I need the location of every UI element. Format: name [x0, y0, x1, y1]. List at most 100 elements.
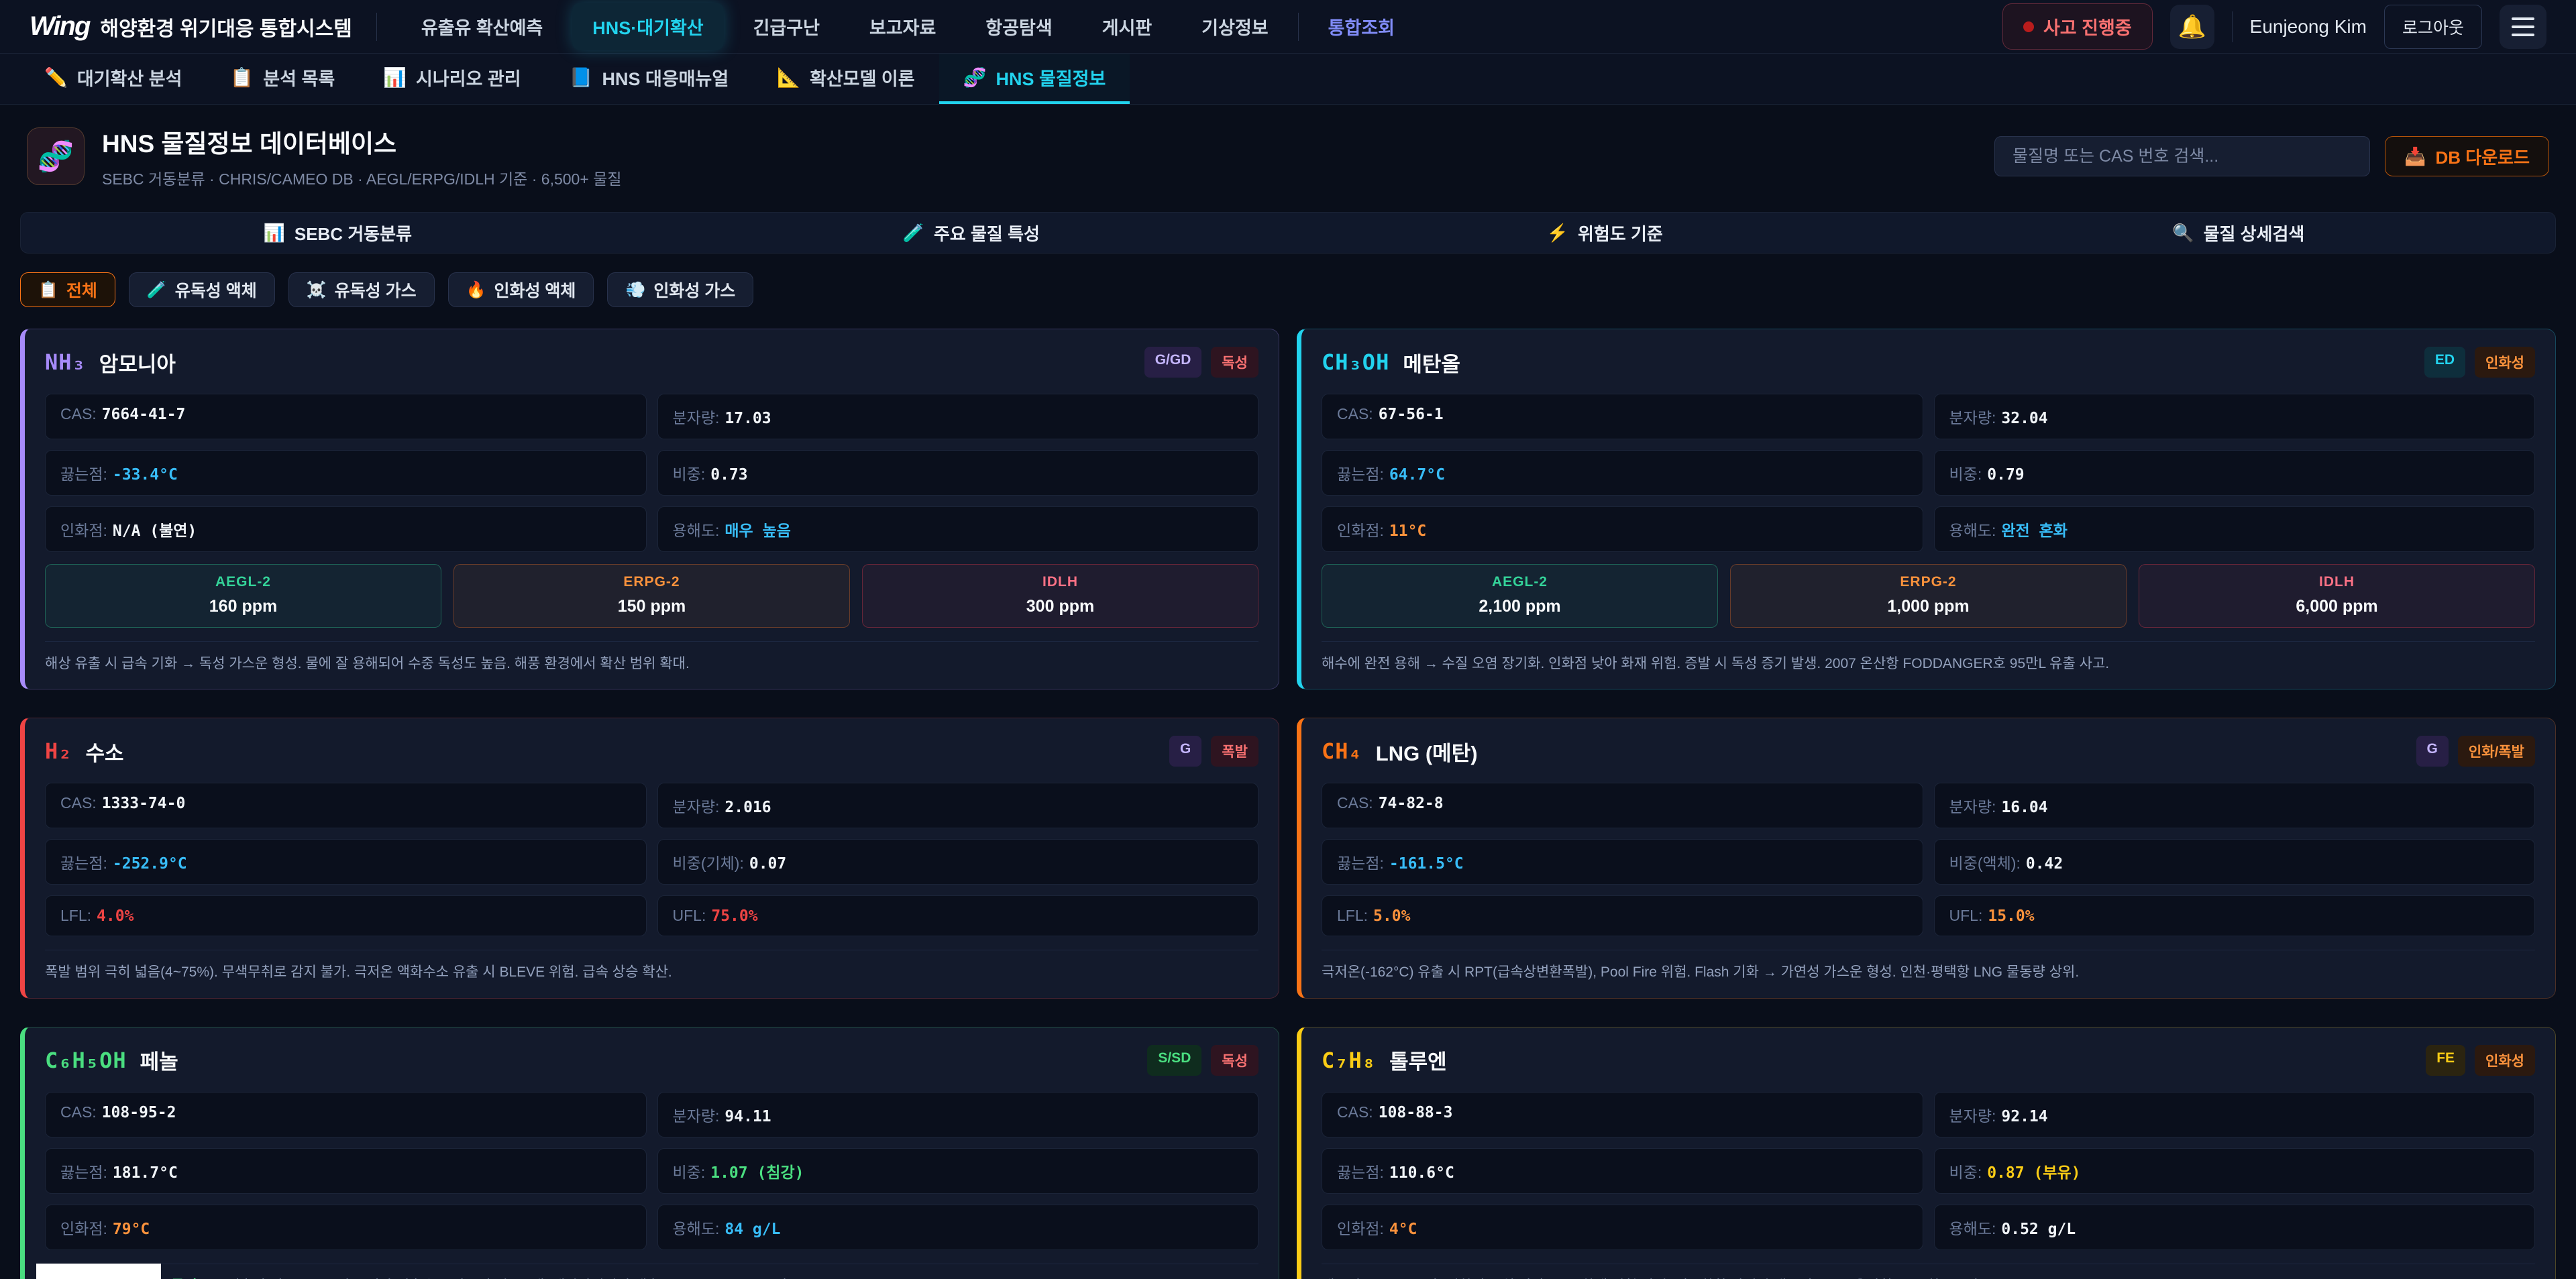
field-value: 5.0%: [1373, 907, 1410, 925]
field-label: 끓는점:: [1337, 465, 1384, 483]
tab-확산모델 이론[interactable]: 📐확산모델 이론: [753, 54, 938, 104]
field-grid: CAS:1333-74-0분자량:2.016끓는점:-252.9°C비중(기체)…: [45, 783, 1258, 936]
badge-독성: 독성: [1211, 347, 1258, 378]
field-label: 비중:: [1949, 1164, 1982, 1181]
field-용해도: 용해도:84 g/L: [657, 1205, 1259, 1250]
nav-item-보고자료[interactable]: 보고자료: [849, 3, 956, 50]
field-label: CAS:: [1337, 794, 1373, 812]
field-value: 94.11: [724, 1108, 771, 1125]
threshold-row: AEGL-22,100 ppmERPG-21,000 ppmIDLH6,000 …: [1322, 564, 2535, 628]
badge-group: G폭발: [1169, 736, 1258, 767]
download-icon: 📥: [2404, 146, 2426, 167]
threshold-value: 300 ppm: [869, 597, 1251, 616]
field-끓는점: 끓는점:181.7°C: [45, 1148, 647, 1194]
field-UFL: UFL:15.0%: [1934, 895, 2536, 936]
tab-HNS 대응매뉴얼[interactable]: 📘HNS 대응매뉴얼: [545, 54, 753, 104]
field-grid: CAS:7664-41-7분자량:17.03끓는점:-33.4°C비중:0.73…: [45, 394, 1258, 552]
field-label: 분자량:: [1949, 409, 1996, 427]
badge-G/GD: G/GD: [1144, 347, 1202, 378]
hamburger-menu-icon[interactable]: [2500, 5, 2546, 49]
nav-item-긴급구난[interactable]: 긴급구난: [733, 3, 840, 50]
nav-item-기상정보[interactable]: 기상정보: [1181, 3, 1288, 50]
substance-name: 톨루엔: [1389, 1045, 1447, 1075]
field-value: 7664-41-7: [102, 406, 186, 423]
substance-formula: NH₃: [45, 349, 86, 375]
filter-인화성 액체[interactable]: 🔥인화성 액체: [448, 272, 594, 307]
tab-HNS 물질정보[interactable]: 🧬HNS 물질정보: [939, 54, 1130, 104]
field-label: 분자량:: [673, 1107, 720, 1125]
filter-유독성 액체[interactable]: 🧪유독성 액체: [129, 272, 275, 307]
field-CAS: CAS:108-88-3: [1322, 1092, 1923, 1137]
substance-card-암모니아: NH₃암모니아G/GD독성CAS:7664-41-7분자량:17.03끓는점:-…: [20, 329, 1279, 689]
field-value: 0.42: [2026, 855, 2063, 873]
tab-label: 대기확산 분석: [77, 64, 182, 91]
filter-label: 인화성 액체: [494, 278, 576, 302]
filter-인화성 가스[interactable]: 💨인화성 가스: [607, 272, 753, 307]
db-download-label: DB 다운로드: [2436, 144, 2530, 169]
section-위험도 기준[interactable]: ⚡위험도 기준: [1288, 213, 1922, 253]
field-label: 용해도:: [1949, 1220, 1996, 1237]
page-subtitle: SEBC 거동분류 · CHRIS/CAMEO DB · AEGL/ERPG/I…: [102, 166, 621, 189]
tab-시나리오 관리[interactable]: 📊시나리오 관리: [359, 54, 545, 104]
substance-name: 암모니아: [99, 347, 176, 378]
field-label: 비중:: [1949, 465, 1982, 483]
section-bar: 📊SEBC 거동분류🧪주요 물질 특성⚡위험도 기준🔍물질 상세검색: [20, 212, 2556, 254]
badge-G: G: [1169, 736, 1201, 767]
field-value: N/A (불연): [113, 522, 197, 540]
field-label: CAS:: [60, 405, 97, 423]
incident-dot-icon: [2023, 21, 2034, 32]
section-label: SEBC 거동분류: [294, 221, 412, 245]
notification-bell-icon[interactable]: 🔔: [2170, 5, 2214, 49]
footer-text: 해수에 완전 용해 → 수질 오염 장기화. 인화점 낮아 화재 위험. 증발 …: [1322, 656, 2109, 671]
substance-card-페놀: C₆H₅OH페놀S/SD독성CAS:108-95-2분자량:94.11끓는점:1…: [20, 1027, 1279, 1279]
field-label: 분자량:: [673, 798, 720, 816]
tab-label: 확산모델 이론: [810, 64, 915, 91]
field-value: 181.7°C: [113, 1164, 178, 1182]
footer-text: 극저온(-162°C) 유출 시 RPT(급속상변환폭발), Pool Fire…: [1322, 964, 2079, 980]
section-주요 물질 특성[interactable]: 🧪주요 물질 특성: [655, 213, 1289, 253]
search-input[interactable]: [1994, 136, 2370, 176]
field-label: 분자량:: [1949, 1107, 1996, 1125]
tab-label: 분석 목록: [263, 64, 335, 91]
nav-item-게시판[interactable]: 게시판: [1082, 3, 1173, 50]
section-label: 위험도 기준: [1578, 221, 1663, 245]
field-grid: CAS:67-56-1분자량:32.04끓는점:64.7°C비중:0.79인화점…: [1322, 394, 2535, 552]
field-label: 용해도:: [673, 522, 720, 539]
section-물질 상세검색[interactable]: 🔍물질 상세검색: [1922, 213, 2556, 253]
card-header: C₆H₅OH페놀S/SD독성: [45, 1045, 1258, 1076]
field-value: 0.52 g/L: [2001, 1221, 2076, 1238]
topnav-right-cluster: 사고 진행중 🔔 Eunjeong Kim 로그아웃: [2002, 3, 2546, 50]
nav-divider: [2232, 11, 2233, 42]
field-CAS: CAS: 7664-41-7: [45, 394, 647, 439]
filter-전체[interactable]: 📋전체: [20, 272, 115, 307]
footer-text: 해상 유출 시 급속 기화 → 독성 가스운 형성. 물에 잘 용해되어 수중 …: [45, 656, 690, 671]
db-download-button[interactable]: 📥 DB 다운로드: [2385, 136, 2549, 176]
section-SEBC 거동분류[interactable]: 📊SEBC 거동분류: [21, 213, 655, 253]
field-grid: CAS:108-88-3분자량:92.14끓는점:110.6°C비중:0.87 …: [1322, 1092, 2535, 1250]
section-label: 주요 물질 특성: [934, 221, 1040, 245]
field-용해도: 용해도:완전 혼화: [1934, 506, 2536, 552]
field-끓는점: 끓는점:-161.5°C: [1322, 839, 1923, 885]
field-label: 비중:: [673, 465, 706, 483]
filter-유독성 가스[interactable]: ☠️유독성 가스: [288, 272, 435, 307]
nav-item-통합조회[interactable]: 통합조회: [1308, 3, 1415, 50]
threshold-value: 160 ppm: [52, 597, 434, 616]
threshold-label: AEGL-2: [52, 574, 434, 590]
card-footer-note: 비중 1.07 → Sinker 특성으로 저층 축적. ROMS 검증 결과 …: [45, 1264, 1258, 1279]
logout-button[interactable]: 로그아웃: [2384, 5, 2482, 49]
threshold-label: IDLH: [2146, 574, 2528, 590]
app-title: 해양환경 위기대응 통합시스템: [100, 12, 352, 42]
nav-item-유출유 확산예측[interactable]: 유출유 확산예측: [401, 3, 563, 50]
nav-item-항공탐색[interactable]: 항공탐색: [965, 3, 1072, 50]
field-value: 74-82-8: [1379, 795, 1444, 812]
field-비중액체: 비중(액체):0.42: [1934, 839, 2536, 885]
substance-card-LNG (메탄): CH₄LNG (메탄)G인화/폭발CAS:74-82-8분자량:16.04끓는점…: [1297, 718, 2556, 998]
field-value: 0.87 (부유): [1987, 1164, 2080, 1182]
nav-item-HNS·대기확산[interactable]: HNS·대기확산: [572, 3, 723, 50]
tab-대기확산 분석[interactable]: ✏️대기확산 분석: [20, 54, 206, 104]
tab-분석 목록[interactable]: 📋분석 목록: [206, 54, 359, 104]
badge-FE: FE: [2426, 1045, 2465, 1076]
bar-chart-icon: 📊: [383, 66, 407, 89]
field-value: 1333-74-0: [102, 795, 186, 812]
badge-group: ED인화성: [2424, 347, 2535, 378]
